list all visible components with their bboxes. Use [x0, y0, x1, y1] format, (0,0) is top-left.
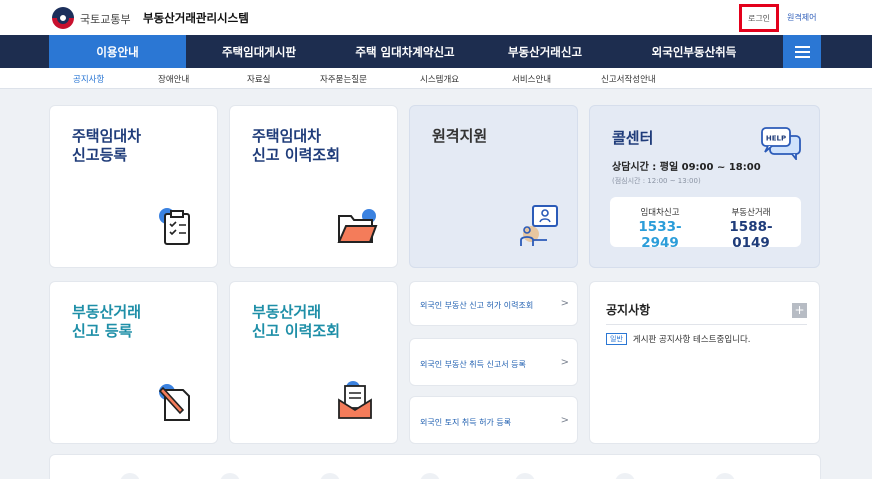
clipboard-icon	[159, 208, 190, 245]
card-trade-register[interactable]: 부동산거래 신고 등록	[49, 281, 218, 444]
quick-menu-icon[interactable]	[715, 473, 735, 479]
help-chat-icon: HELP	[761, 127, 801, 160]
sub-item-system-overview[interactable]: 시스템개요	[420, 73, 459, 85]
card-rental-register[interactable]: 주택임대차 신고등록	[49, 105, 218, 268]
sub-item-notice[interactable]: 공지사항	[73, 73, 104, 85]
card-title: 부동산거래 신고 등록	[72, 303, 142, 340]
link-foreign-permit-history[interactable]: 외국인 부동산 신고 허가 이력조회 >	[409, 281, 578, 326]
nav-item-trade-report[interactable]: 부동산거래신고	[480, 35, 610, 68]
nav-item-foreign-acquisition[interactable]: 외국인부동산취득	[610, 35, 778, 68]
callcenter-numbers: 임대차신고 1533-2949 부동산거래 1588-0149	[610, 197, 801, 251]
main-nav: 이용안내 주택임대게시판 주택 임대차계약신고 부동산거래신고 외국인부동산취득	[0, 35, 872, 68]
callcenter-hours: 상담시간 : 평일 09:00 ~ 18:00	[612, 162, 761, 173]
callcenter-title: 콜센터	[612, 129, 654, 147]
link-foreign-land-permit[interactable]: 외국인 토지 취득 허가 등록 >	[409, 396, 578, 444]
quick-menu-icon[interactable]	[615, 473, 635, 479]
notice-divider	[606, 324, 807, 325]
folder-icon	[337, 209, 378, 243]
system-name[interactable]: 부동산거래관리시스템	[143, 10, 249, 26]
help-label: HELP	[766, 135, 786, 143]
quick-menu-strip	[49, 454, 821, 479]
ministry-name[interactable]: 국토교통부	[80, 11, 131, 27]
notice-title: 공지사항	[606, 303, 651, 317]
trade-report-number[interactable]: 1588-0149	[711, 219, 791, 251]
mail-document-icon	[338, 381, 372, 419]
top-header: 국토교통부 부동산거래관리시스템 로그인 원격제어	[0, 0, 872, 35]
hamburger-menu-icon[interactable]	[783, 35, 821, 68]
notice-badge: 일반	[606, 333, 627, 345]
notice-text: 게시판 공지사항 테스트중입니다.	[632, 335, 751, 345]
rental-report-label: 임대차신고	[640, 208, 680, 218]
sub-item-service-guide[interactable]: 서비스안내	[512, 73, 551, 85]
card-title: 주택임대차 신고등록	[72, 127, 142, 164]
rental-report-number[interactable]: 1533-2949	[620, 219, 700, 251]
login-link[interactable]: 로그인	[739, 4, 779, 32]
remote-control-link[interactable]: 원격제어	[787, 12, 816, 23]
sub-item-outage[interactable]: 장애안내	[158, 73, 189, 85]
quick-menu-icon[interactable]	[515, 473, 535, 479]
link-text: 외국인 부동산 신고 허가 이력조회	[420, 301, 534, 310]
card-trade-history[interactable]: 부동산거래 신고 이력조회	[229, 281, 398, 444]
notice-more-plus-icon[interactable]: +	[792, 303, 807, 318]
card-rental-history[interactable]: 주택임대차 신고 이력조회	[229, 105, 398, 268]
chevron-right-icon: >	[560, 298, 569, 309]
card-callcenter: 콜센터 HELP 상담시간 : 평일 09:00 ~ 18:00 (점심시간 :…	[589, 105, 820, 268]
link-foreign-acquisition-register[interactable]: 외국인 부동산 취득 신고서 등록 >	[409, 338, 578, 386]
trade-report-label: 부동산거래	[731, 208, 771, 218]
sub-nav: 공지사항 장애안내 자료실 자주묻는질문 시스템개요 서비스안내 신고서작성안내	[0, 68, 872, 89]
notice-panel: 공지사항 + 일반 게시판 공지사항 테스트중입니다.	[589, 281, 820, 444]
card-title: 주택임대차 신고 이력조회	[252, 127, 341, 164]
sub-item-form-guide[interactable]: 신고서작성안내	[601, 73, 656, 85]
remote-support-icon	[520, 205, 558, 246]
card-title: 원격지원	[432, 127, 488, 145]
nav-item-guide[interactable]: 이용안내	[49, 35, 186, 68]
quick-menu-icon[interactable]	[120, 473, 140, 479]
sub-item-faq[interactable]: 자주묻는질문	[320, 73, 367, 85]
card-title: 부동산거래 신고 이력조회	[252, 303, 341, 340]
link-text: 외국인 토지 취득 허가 등록	[420, 418, 512, 427]
pen-document-icon	[158, 384, 190, 421]
notice-item[interactable]: 일반 게시판 공지사항 테스트중입니다.	[606, 333, 750, 345]
sub-item-library[interactable]: 자료실	[247, 73, 270, 85]
quick-menu-icon[interactable]	[420, 473, 440, 479]
nav-item-rental-board[interactable]: 주택임대게시판	[188, 35, 330, 68]
ministry-logo-icon[interactable]	[52, 7, 74, 29]
quick-menu-icon[interactable]	[220, 473, 240, 479]
chevron-right-icon: >	[560, 415, 569, 426]
card-remote-support[interactable]: 원격지원	[409, 105, 578, 268]
callcenter-lunch: (점심시간 : 12:00 ~ 13:00)	[612, 177, 701, 185]
nav-item-rental-contract[interactable]: 주택 임대차계약신고	[330, 35, 480, 68]
link-text: 외국인 부동산 취득 신고서 등록	[420, 360, 526, 369]
chevron-right-icon: >	[560, 357, 569, 368]
quick-menu-icon[interactable]	[320, 473, 340, 479]
